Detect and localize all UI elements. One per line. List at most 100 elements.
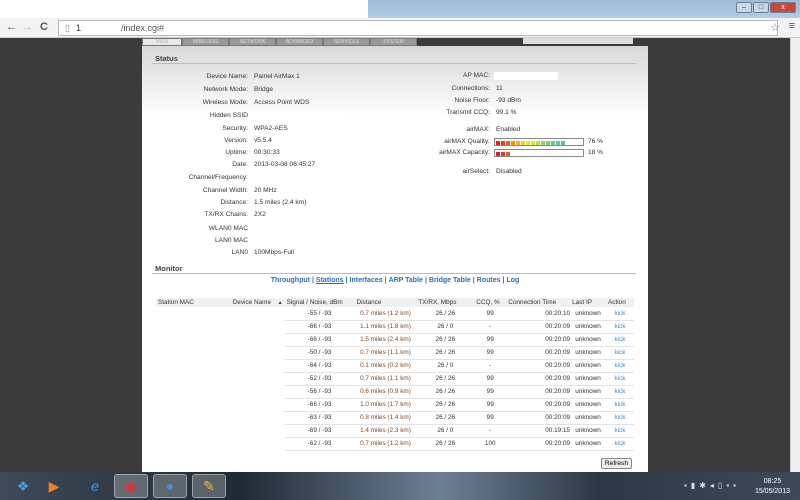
page-icon: ▯: [65, 23, 70, 33]
sort-asc-icon[interactable]: ▲: [275, 298, 285, 307]
kick-link[interactable]: kick: [606, 372, 634, 386]
kick-link[interactable]: kick: [606, 359, 634, 373]
media-player-icon[interactable]: ▶: [37, 474, 71, 498]
device-name: [231, 385, 276, 398]
kick-link[interactable]: kick: [606, 333, 634, 347]
kick-link[interactable]: kick: [606, 424, 634, 438]
kick-link[interactable]: kick: [606, 398, 634, 412]
airmax-value: Enabled: [496, 126, 521, 133]
signal-noise: -64 / -93: [284, 359, 355, 373]
link-separator: |: [472, 277, 475, 284]
kick-link[interactable]: kick: [606, 320, 634, 334]
status-label: Network Mode:: [203, 86, 248, 93]
back-button[interactable]: ←: [6, 21, 17, 33]
status-value: [252, 225, 254, 232]
tab-network[interactable]: NETWORK: [229, 38, 276, 46]
status-row: Security: WPA2-AES: [162, 125, 287, 132]
column-header[interactable]: Action: [606, 298, 634, 307]
stations-table: Station MAC Device Name ▲ Signal / Noise, d…: [156, 298, 634, 451]
table-row: -56 / -93 0.6 miles (0.9 km) 26 / 26 99 00:2…: [156, 385, 634, 399]
link-interfaces[interactable]: Interfaces: [350, 277, 383, 284]
tab-wireless[interactable]: WIRELESS: [182, 38, 229, 46]
tx-rx: 26 / 26: [416, 411, 475, 425]
date: 15/05/2013: [754, 488, 790, 495]
kick-link[interactable]: kick: [606, 346, 634, 360]
start-button[interactable]: ❖: [6, 474, 40, 498]
clock[interactable]: 08:25 15/05/2013: [755, 477, 790, 497]
device-name: [231, 424, 276, 437]
refresh-button[interactable]: Refresh: [600, 458, 632, 469]
status-value: 2013-03-08 06:45:27: [254, 161, 316, 168]
tx-rx: 26 / 0: [416, 359, 475, 373]
transmit-ccq-value: 99.1 %: [496, 109, 517, 116]
winbox-icon[interactable]: ●: [153, 474, 187, 498]
tab-advanced[interactable]: ADVANCED: [276, 38, 323, 46]
menu-icon[interactable]: ≡: [789, 20, 795, 32]
status-row: LAN0 MAC: [162, 237, 254, 244]
status-row: Device Name: Painel AirMax 1: [162, 73, 300, 80]
scrollbar[interactable]: [790, 38, 800, 472]
tab-system[interactable]: SYSTEM: [370, 38, 417, 46]
station-mac: [156, 359, 231, 372]
bar-segment: [496, 152, 500, 156]
paint-icon[interactable]: ✎: [192, 474, 226, 498]
connection-time: 00:20:10: [506, 307, 571, 321]
close-button[interactable]: x: [770, 2, 796, 13]
main-panel: Status Device Name: Painel AirMax 1 Networ…: [142, 46, 648, 472]
link-stations[interactable]: Stations: [316, 277, 344, 284]
table-row: -55 / -93 0.7 miles (1.2 km) 26 / 26 99 00:2…: [156, 307, 634, 321]
address-bar[interactable]: ▯ 1/index.cgi#: [58, 20, 778, 36]
column-header[interactable]: Device Name: [230, 298, 276, 307]
signal-noise: -66 / -93: [284, 398, 355, 412]
tab-services[interactable]: SERVICES: [323, 38, 370, 46]
internet-explorer-icon[interactable]: e: [78, 474, 112, 498]
chrome-icon[interactable]: ◉: [114, 474, 148, 498]
minimize-button[interactable]: –: [736, 2, 752, 13]
maximize-button[interactable]: □: [753, 2, 769, 13]
column-header[interactable]: CCQ, %: [474, 298, 507, 307]
last-ip: unknown: [570, 320, 606, 334]
link-bridge-table[interactable]: Bridge Table: [429, 277, 471, 284]
status-label: Security:: [222, 125, 248, 132]
link-log[interactable]: Log: [506, 277, 519, 284]
tx-rx: 26 / 0: [416, 424, 475, 438]
link-arp-table[interactable]: ARP Table: [389, 277, 423, 284]
divider: [152, 63, 636, 64]
signal-noise: -50 / -93: [284, 346, 355, 360]
connection-time: 00:20:09: [506, 346, 571, 360]
link-routes[interactable]: Routes: [477, 277, 501, 284]
status-title: Status: [155, 54, 178, 63]
column-header[interactable]: Last IP: [570, 298, 606, 307]
column-header[interactable]: Station MAC: [156, 298, 231, 307]
distance: 1.5 miles (2.4 km): [354, 333, 417, 347]
connection-time: 00:20:09: [506, 411, 571, 425]
status-value: Access Point WDS: [254, 99, 310, 106]
connection-time: 00:20:09: [506, 320, 571, 334]
last-ip: unknown: [570, 372, 606, 386]
time: 08:25: [763, 478, 782, 485]
column-header[interactable]: Distance: [354, 298, 417, 307]
distance: 0.7 miles (1.2 km): [354, 307, 417, 321]
status-row: Channel Width: 20 MHz: [162, 187, 277, 194]
status-label: Wireless Mode:: [202, 99, 248, 106]
forward-button[interactable]: →: [22, 21, 33, 33]
column-header[interactable]: Connection Time: [506, 298, 571, 307]
kick-link[interactable]: kick: [606, 385, 634, 399]
kick-link[interactable]: kick: [606, 307, 634, 321]
distance: 1.1 miles (1.8 km): [354, 320, 417, 334]
signal-noise: -66 / -93: [284, 320, 355, 334]
column-header[interactable]: Signal / Noise, dBm: [284, 298, 355, 307]
tab-main[interactable]: MAIN: [142, 38, 182, 46]
link-throughput[interactable]: Throughput: [271, 277, 310, 284]
bar-segment: [496, 141, 500, 145]
airmax-quality: airMAX Quality: 76 %: [412, 138, 603, 146]
bookmark-star-icon[interactable]: ☆: [770, 21, 780, 34]
reload-button[interactable]: C: [40, 21, 48, 33]
sort-spacer: [276, 307, 285, 320]
kick-link[interactable]: kick: [606, 411, 634, 425]
system-tray-icons[interactable]: ▪▮✱◂▯▪▪: [684, 481, 740, 490]
language-select[interactable]: [523, 38, 633, 44]
kick-link[interactable]: kick: [606, 437, 634, 451]
column-header[interactable]: TX/RX, Mbps: [416, 298, 475, 307]
table-row: -69 / -93 1.4 miles (2.3 km) 26 / 0-00:19:…: [156, 424, 634, 438]
